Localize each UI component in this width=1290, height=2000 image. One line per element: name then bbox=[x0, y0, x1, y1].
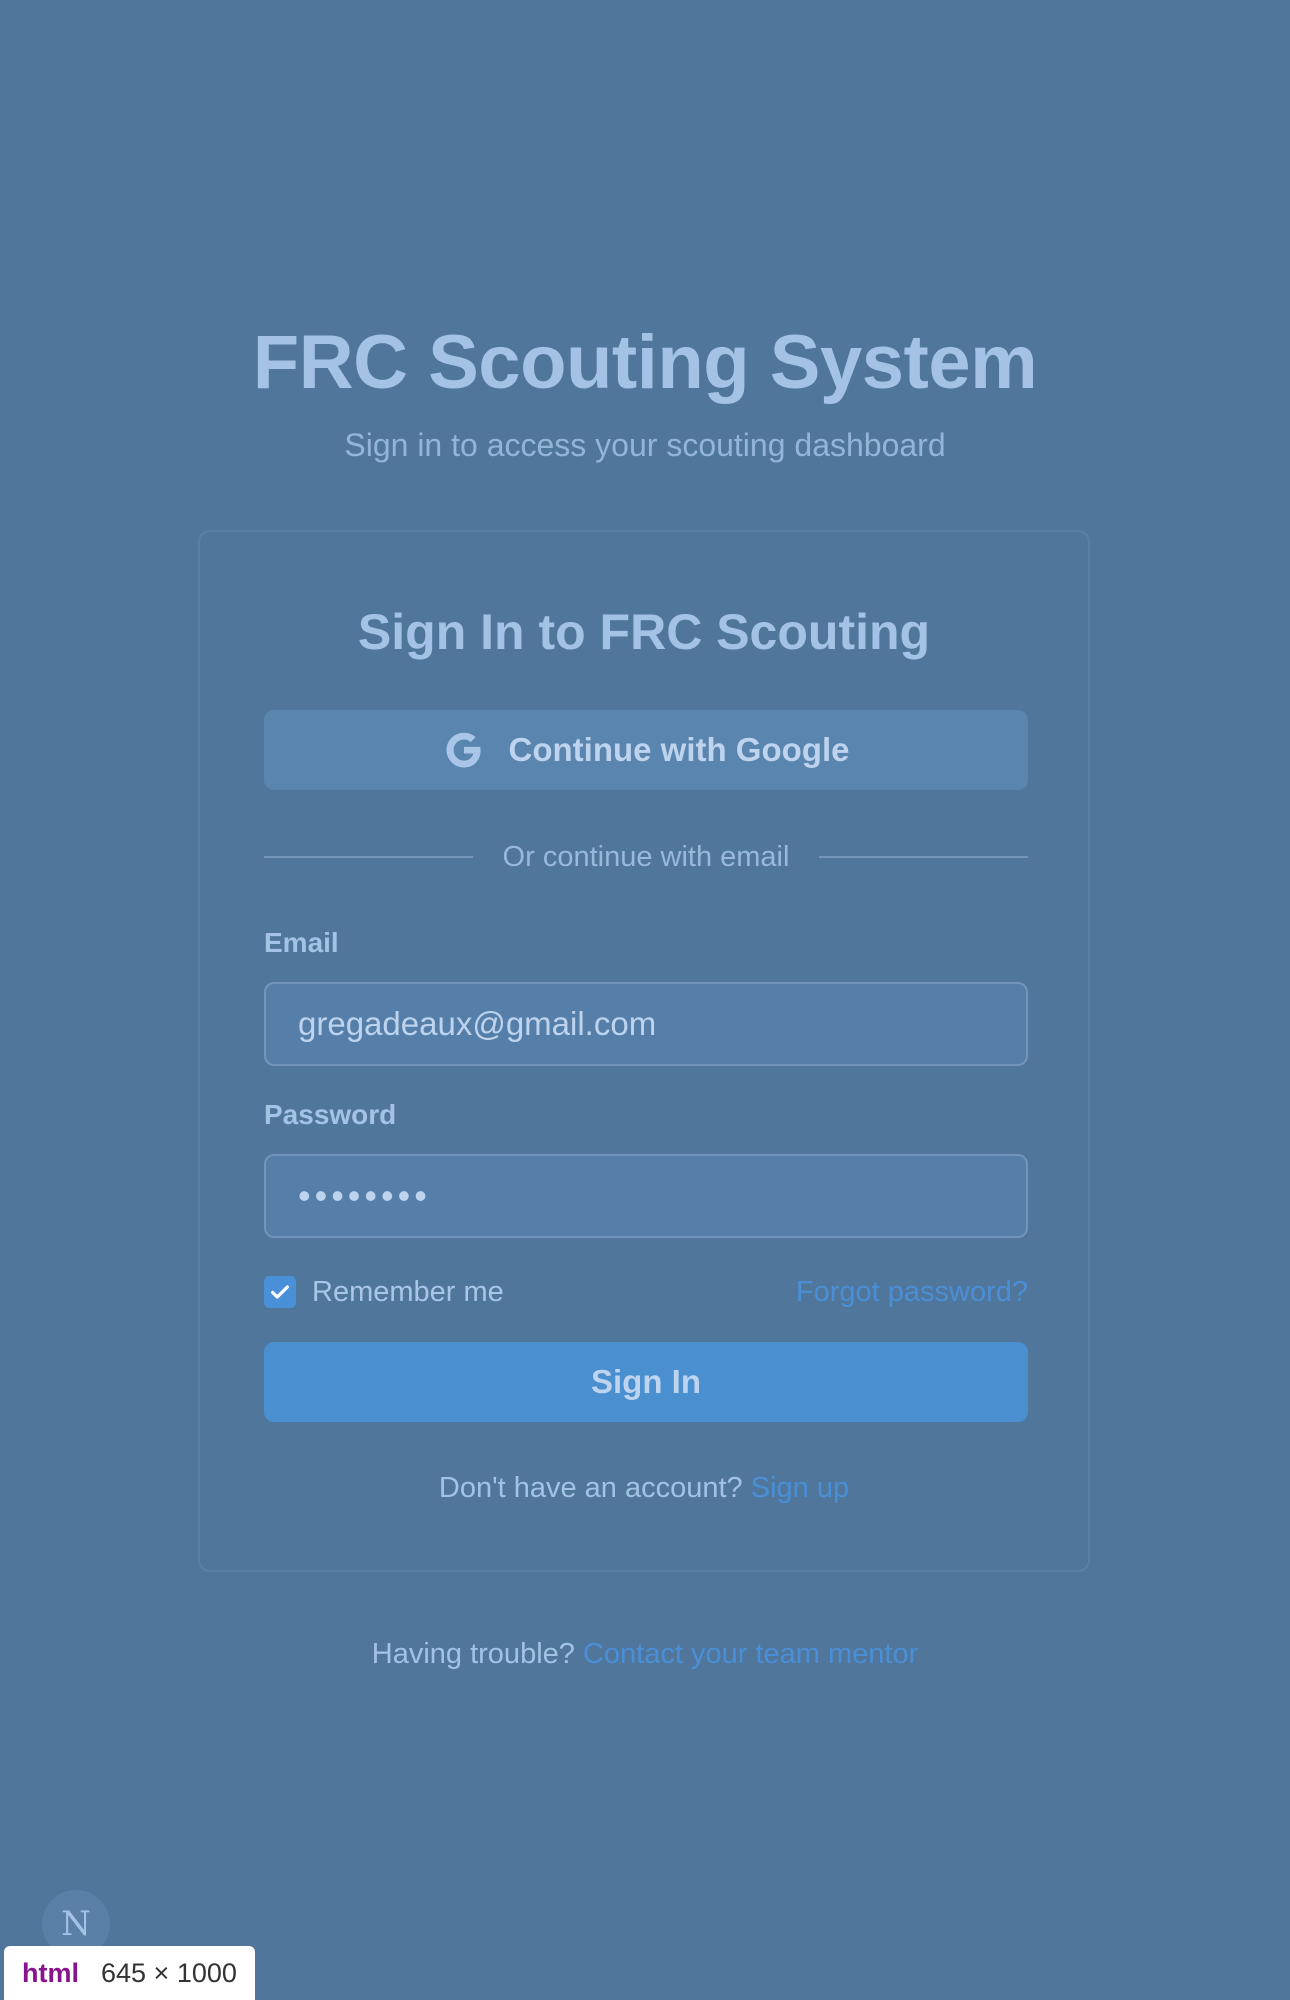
google-g-icon bbox=[443, 729, 485, 771]
email-value: gregadeaux@gmail.com bbox=[298, 1005, 657, 1042]
password-label: Password bbox=[264, 1099, 397, 1130]
remember-me-group: Remember me bbox=[264, 1276, 504, 1309]
page-subtitle: Sign in to access your scouting dashboar… bbox=[344, 427, 946, 463]
sign-in-button-label: Sign In bbox=[591, 1363, 701, 1400]
element-dimensions: 645 × 1000 bbox=[101, 1957, 237, 1988]
checkmark-icon bbox=[271, 1285, 289, 1299]
remember-row: Remember me Forgot password? bbox=[264, 1272, 1028, 1312]
signup-prompt: Don't have an account? Sign up bbox=[200, 1472, 1088, 1505]
card-title: Sign In to FRC Scouting bbox=[357, 604, 931, 660]
google-button-label: Continue with Google bbox=[508, 731, 850, 768]
contact-mentor-link[interactable]: Contact your team mentor bbox=[583, 1638, 918, 1670]
divider-line-left bbox=[264, 856, 473, 858]
divider-line-right bbox=[819, 856, 1028, 858]
email-field[interactable]: gregadeaux@gmail.com bbox=[264, 982, 1028, 1066]
password-value: •••••••• bbox=[298, 1175, 431, 1216]
password-field[interactable]: •••••••• bbox=[264, 1154, 1028, 1238]
element-size-tooltip: html 645 × 1000 bbox=[4, 1946, 255, 2000]
email-divider: Or continue with email bbox=[264, 832, 1028, 882]
no-account-text: Don't have an account? bbox=[438, 1472, 743, 1504]
sign-in-card: Sign In to FRC Scouting Continue with Go… bbox=[198, 530, 1090, 1572]
next-logo-icon: N bbox=[61, 1904, 91, 1944]
help-prompt: Having trouble? Contact your team mentor bbox=[0, 1638, 1290, 1671]
remember-me-label[interactable]: Remember me bbox=[312, 1276, 504, 1309]
email-label: Email bbox=[264, 927, 339, 958]
element-tag: html bbox=[22, 1957, 79, 1988]
sign-up-link[interactable]: Sign up bbox=[751, 1472, 849, 1504]
page-title: FRC Scouting System bbox=[252, 320, 1038, 405]
google-signin-button[interactable]: Continue with Google bbox=[264, 710, 1028, 790]
forgot-password-link[interactable]: Forgot password? bbox=[796, 1276, 1028, 1309]
divider-text: Or continue with email bbox=[502, 840, 790, 873]
trouble-text: Having trouble? bbox=[371, 1638, 575, 1670]
sign-in-button[interactable]: Sign In bbox=[264, 1342, 1028, 1422]
remember-me-checkbox[interactable] bbox=[264, 1276, 296, 1308]
page-header: FRC Scouting System Sign in to access yo… bbox=[0, 320, 1290, 464]
